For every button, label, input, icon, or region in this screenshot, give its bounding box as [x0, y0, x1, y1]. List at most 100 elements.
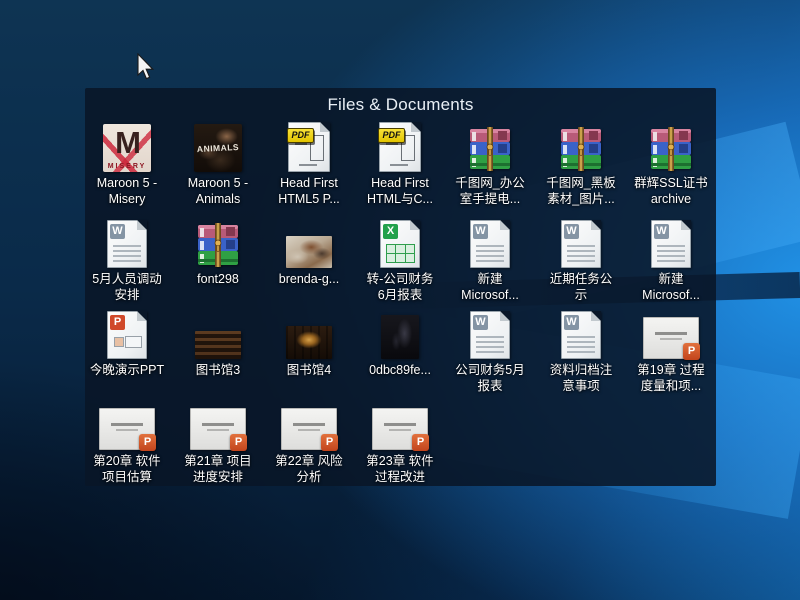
winrar-archive-icon: [467, 126, 513, 172]
desktop-item[interactable]: W资料归档注 意事项: [536, 305, 626, 394]
icon-detail: [476, 245, 504, 247]
icon-detail: [320, 122, 330, 132]
desktop-item[interactable]: P今晚演示PPT: [82, 305, 172, 378]
desktop-item[interactable]: P 第23章 软件 过程改进: [355, 396, 445, 485]
desktop-item[interactable]: PDF Head First HTML与C...: [355, 118, 445, 207]
icon-detail: [137, 311, 147, 321]
desktop-item-label: 今晚演示PPT: [90, 362, 164, 378]
desktop-item[interactable]: W近期任务公 示: [536, 214, 626, 303]
icon-detail: [668, 144, 674, 150]
icon-detail: ANIMALS: [194, 142, 242, 154]
icon-detail: [410, 220, 420, 230]
image-thumbnail-icon: [195, 331, 241, 359]
powerpoint-slide-thumbnail-icon: P: [372, 408, 428, 450]
word-file-icon: W: [561, 220, 601, 268]
desktop-item[interactable]: W新建 Microsof...: [445, 214, 535, 303]
icon-detail: PDF: [287, 128, 314, 143]
desktop-item[interactable]: 0dbc89fe...: [355, 305, 445, 378]
desktop-item[interactable]: 图书馆3: [173, 305, 263, 378]
image-thumbnail-icon: [286, 236, 332, 268]
icon-detail: [226, 227, 235, 236]
desktop-item-label: 第20章 软件 项目估算: [93, 453, 160, 485]
desktop-item-label: 群辉SSL证书 archive: [634, 175, 708, 207]
desktop-item-label: font298: [197, 271, 239, 287]
desktop-item[interactable]: P第20章 软件 项目估算: [82, 396, 172, 485]
icon-detail: [679, 144, 688, 153]
icon-detail: [476, 255, 504, 257]
icon-detail: [657, 255, 685, 257]
desktop-item[interactable]: P第19章 过程 度量和项...: [626, 305, 716, 394]
icon-detail: [476, 346, 504, 348]
icon-detail: [500, 220, 510, 230]
icon-detail: X: [383, 224, 398, 239]
icon-detail: [670, 150, 672, 156]
icon-detail: [660, 338, 682, 340]
icon-detail: [489, 150, 491, 156]
desktop-item[interactable]: 图书馆4: [264, 305, 354, 378]
icon-detail: [589, 144, 598, 153]
word-file-icon: W: [470, 311, 510, 359]
desktop-item[interactable]: MMISERYMaroon 5 - Misery: [82, 118, 172, 207]
icon-detail: [476, 245, 504, 265]
word-file-icon: W: [107, 220, 147, 268]
icon-detail: M: [103, 125, 151, 161]
icon-detail: [476, 336, 504, 338]
desktop-item[interactable]: 千图网_黑板 素材_图片...: [536, 118, 626, 207]
desktop-item[interactable]: W新建 Microsof...: [626, 214, 716, 303]
icon-detail: [567, 260, 595, 262]
icon-detail: [487, 144, 493, 150]
icon-detail: [500, 311, 510, 321]
word-file-icon: W: [470, 220, 510, 268]
desktop-item-label: 公司财务5月 报表: [455, 362, 524, 394]
desktop-item[interactable]: 千图网_办公 室手提电...: [445, 118, 535, 207]
image-thumbnail-icon: [286, 326, 332, 359]
icon-detail: [111, 423, 143, 426]
files-documents-group-panel: Files & Documents MMISERYMaroon 5 - Mise…: [85, 88, 716, 486]
desktop-item[interactable]: P第21章 项目 进度安排: [173, 396, 263, 485]
desktop-item[interactable]: X转-公司财务 6月报表: [355, 214, 445, 303]
icon-detail: W: [110, 224, 125, 239]
icon-detail: [387, 245, 395, 253]
powerpoint-slide-thumbnail-icon: P: [643, 317, 699, 359]
desktop-item[interactable]: 群辉SSL证书 archive: [626, 118, 716, 207]
desktop-item-label: Head First HTML5 P...: [278, 175, 340, 207]
icon-detail: [226, 240, 235, 249]
icon-detail: [125, 336, 142, 348]
icon-detail: [215, 240, 221, 246]
icon-detail: P: [412, 434, 429, 451]
winrar-archive-icon: [195, 222, 241, 268]
desktop-item[interactable]: font298: [173, 214, 263, 287]
desktop-item-label: 第23章 软件 过程改进: [366, 453, 433, 485]
desktop-item[interactable]: W公司财务5月 报表: [445, 305, 535, 394]
icon-detail: P: [230, 434, 247, 451]
icon-detail: [498, 131, 507, 140]
desktop-item-label: Head First HTML与C...: [367, 175, 433, 207]
winrar-archive-icon: [558, 126, 604, 172]
icon-detail: [567, 245, 595, 265]
icon-detail: [298, 429, 320, 431]
icon-detail: [657, 260, 685, 262]
desktop-item[interactable]: ANIMALSMaroon 5 - Animals: [173, 118, 263, 207]
windows-desktop: Files & Documents MMISERYMaroon 5 - Mise…: [0, 0, 800, 600]
icon-detail: [384, 423, 416, 426]
icon-detail: [589, 131, 598, 140]
desktop-item[interactable]: P第22章 风险 分析: [264, 396, 354, 485]
icon-detail: W: [654, 224, 669, 239]
winrar-archive-icon: [648, 126, 694, 172]
pdf-file-icon: PDF: [288, 122, 330, 172]
icon-detail: W: [473, 224, 488, 239]
album-art-icon: ANIMALS: [194, 124, 242, 172]
icon-detail: [200, 228, 204, 237]
icon-detail: [567, 255, 595, 257]
pdf-file-icon: PDF: [379, 122, 421, 172]
icon-detail: [681, 220, 691, 230]
powerpoint-slide-thumbnail-icon: P: [190, 408, 246, 450]
icon-detail: [580, 150, 582, 156]
desktop-item[interactable]: PDF Head First HTML5 P...: [264, 118, 354, 207]
desktop-item[interactable]: brenda-g...: [264, 214, 354, 287]
icon-detail: P: [321, 434, 338, 451]
icon-detail: [472, 145, 476, 154]
icon-detail: PDF: [378, 128, 405, 143]
icon-detail: [567, 250, 595, 252]
desktop-item[interactable]: W5月人员调动 安排: [82, 214, 172, 303]
